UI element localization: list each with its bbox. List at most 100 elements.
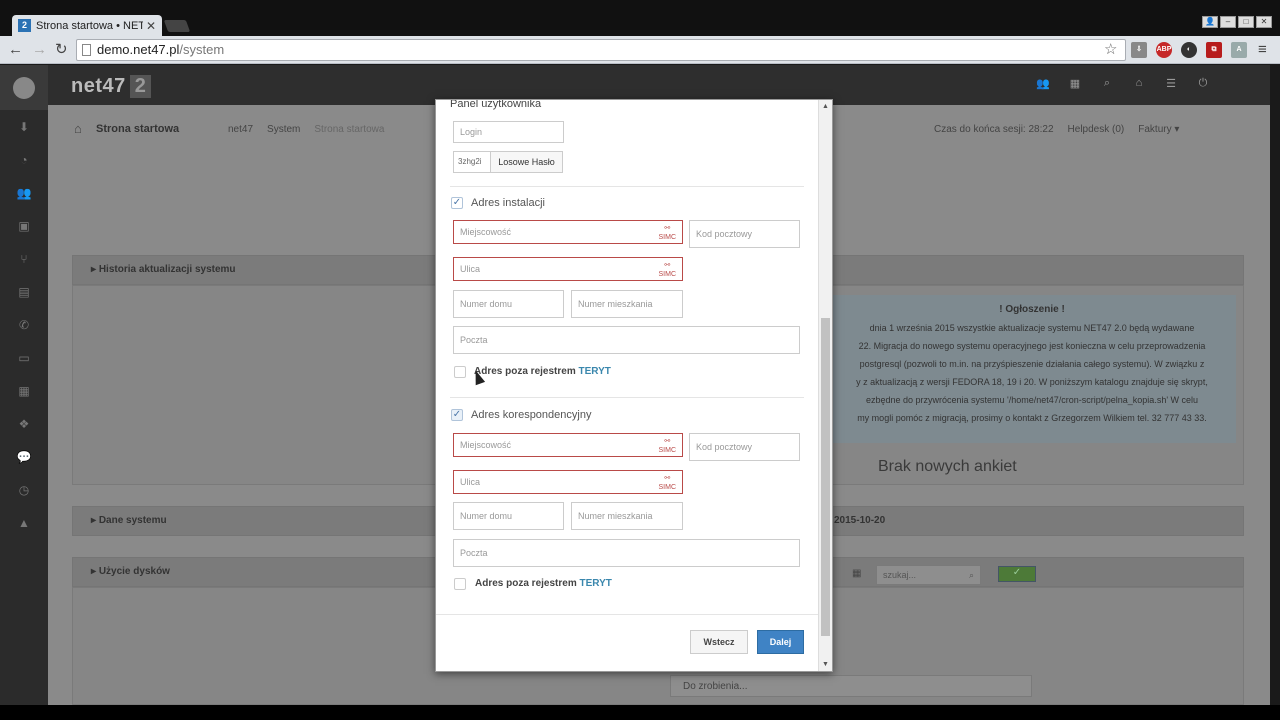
bank-icon[interactable]: ⌂ xyxy=(1130,77,1148,93)
avatar[interactable] xyxy=(0,65,48,110)
scroll-down-icon[interactable]: ▼ xyxy=(822,661,829,668)
monitor-icon[interactable]: ▭ xyxy=(0,341,48,374)
notice-title: ! Ogłoszenie ! xyxy=(999,304,1065,315)
users-icon[interactable]: 👥 xyxy=(1034,77,1052,93)
install-street-input[interactable]: Ulica ⚯ SIMC xyxy=(453,257,683,281)
install-address-label: Adres instalacji xyxy=(471,197,545,209)
minimize-icon[interactable]: – xyxy=(1220,16,1236,28)
fork-icon[interactable]: ⑂ xyxy=(0,242,48,275)
corr-address-checkbox[interactable]: ✓ xyxy=(451,409,463,421)
page-title: Strona startowa xyxy=(96,123,180,135)
back-button[interactable]: Wstecz xyxy=(690,630,748,654)
calendar-icon[interactable]: ▦ xyxy=(1066,77,1084,93)
book-icon[interactable]: ▤ xyxy=(0,275,48,308)
router-icon[interactable]: ▦ xyxy=(0,374,48,407)
extension-icon[interactable]: ◐ xyxy=(1181,42,1197,58)
invoices-dropdown[interactable]: Faktury ▾ xyxy=(1138,124,1179,135)
money-icon[interactable]: ▣ xyxy=(0,209,48,242)
tab-title: Strona startowa • NET47 2 xyxy=(36,19,143,32)
browser-tabbar: 2 Strona startowa • NET47 2 ✕ 👤 – □ ✕ xyxy=(0,0,1280,36)
new-tab-button[interactable] xyxy=(163,20,191,32)
notice-line: my mogli pomóc z migracją, prosimy o kon… xyxy=(857,413,1207,423)
corr-postal-input[interactable]: Kod pocztowy xyxy=(689,433,800,461)
todo-input[interactable]: Do zrobienia... xyxy=(670,675,1032,697)
close-tab-icon[interactable]: ✕ xyxy=(146,19,156,33)
corr-house-input[interactable]: Numer domu xyxy=(453,502,564,530)
window-controls: 👤 – □ ✕ xyxy=(1202,16,1272,28)
breadcrumb-item[interactable]: System xyxy=(267,124,300,135)
user-wizard-modal: Panel użytkownika Login 3zhg2i Losowe Ha… xyxy=(435,99,833,672)
users-icon[interactable]: 👥 xyxy=(0,176,48,209)
divider xyxy=(450,397,804,398)
translate-icon[interactable]: A xyxy=(1231,42,1247,58)
notice-line: ezbędne do przywrócenia systemu '/home/n… xyxy=(865,395,1199,405)
breadcrumb-item: Strona startowa xyxy=(314,124,385,135)
session-info: Czas do końca sesji: 28:22 Helpdesk (0) … xyxy=(934,124,1179,135)
install-city-input[interactable]: Miejscowość ⚯ SIMC xyxy=(453,220,683,244)
download-icon[interactable]: ⇩ xyxy=(1131,42,1147,58)
page-icon xyxy=(82,44,91,56)
browser-tab[interactable]: 2 Strona startowa • NET47 2 ✕ xyxy=(12,15,162,36)
app-sidebar: ⬇ ◔ 👥 ▣ ⑂ ▤ ✆ ▭ ▦ ❖ 💬 ◷ ▲ xyxy=(0,65,48,705)
install-postal-input[interactable]: Kod pocztowy xyxy=(689,220,800,248)
scroll-thumb[interactable] xyxy=(821,318,830,636)
corr-teryt-checkbox[interactable] xyxy=(454,578,466,590)
browser-toolbar: ← → ↻ demo.net47.pl/system ☆ ⇩ ABP ◐ ⧉ A… xyxy=(0,36,1280,64)
forward-arrow-icon[interactable]: → xyxy=(32,41,47,59)
scroll-up-icon[interactable]: ▲ xyxy=(822,103,829,110)
helpdesk-link[interactable]: Helpdesk (0) xyxy=(1068,124,1125,135)
link-icon: ⚯ SIMC xyxy=(658,225,677,241)
adblock-icon[interactable]: ABP xyxy=(1156,42,1172,58)
chart-icon[interactable]: ▲ xyxy=(0,506,48,539)
random-password-button[interactable]: Losowe Hasło xyxy=(491,151,563,173)
back-arrow-icon[interactable]: ← xyxy=(8,41,23,59)
corr-address-label: Adres korespondencyjny xyxy=(471,409,592,421)
corr-post-input[interactable]: Poczta xyxy=(453,539,800,567)
breadcrumb-item[interactable]: net47 xyxy=(228,124,253,135)
phone-icon[interactable]: ✆ xyxy=(0,308,48,341)
menu-icon[interactable]: ≡ xyxy=(1258,41,1267,59)
install-post-input[interactable]: Poczta xyxy=(453,326,800,354)
home-icon: ⌂ xyxy=(74,121,82,136)
search-input[interactable]: szukaj... ⌕ xyxy=(876,565,981,585)
link-icon: ⚯ SIMC xyxy=(658,262,677,278)
install-flat-input[interactable]: Numer mieszkania xyxy=(571,290,683,318)
list-icon[interactable]: ☰ xyxy=(1162,77,1180,93)
session-label: Czas do końca sesji: 28:22 xyxy=(934,124,1054,135)
maximize-icon[interactable]: □ xyxy=(1238,16,1254,28)
corr-flat-input[interactable]: Numer mieszkania xyxy=(571,502,683,530)
confirm-toggle[interactable]: ✓ xyxy=(998,566,1036,582)
power-icon[interactable]: ⏻ xyxy=(1194,77,1212,93)
install-address-checkbox[interactable]: ✓ xyxy=(451,197,463,209)
download-icon[interactable]: ⬇ xyxy=(0,110,48,143)
notice-line: 22. Migracja do nowego systemu operacyjn… xyxy=(858,341,1206,351)
notice-line: y z aktualizacją z wersji FEDORA 18, 19 … xyxy=(856,377,1208,387)
notice-line: postgresql (pozwoli to m.in. na przyśpie… xyxy=(859,359,1205,369)
divider xyxy=(436,614,820,615)
bookmark-star-icon[interactable]: ☆ xyxy=(1104,40,1117,58)
password-input[interactable]: 3zhg2i xyxy=(453,151,491,173)
link-icon: ⚯ SIMC xyxy=(658,438,677,454)
next-button[interactable]: Dalej xyxy=(757,630,804,654)
search-icon[interactable]: ⌕ xyxy=(1098,77,1116,93)
notice-line: dnia 1 września 2015 wszystkie aktualiza… xyxy=(869,323,1195,333)
pdf-icon[interactable]: ⧉ xyxy=(1206,42,1222,58)
clock-icon[interactable]: ◷ xyxy=(0,473,48,506)
install-teryt-checkbox[interactable] xyxy=(454,366,466,378)
chat-icon[interactable]: 💬 xyxy=(0,440,48,473)
corr-street-input[interactable]: Ulica ⚯ SIMC xyxy=(453,470,683,494)
address-bar[interactable]: demo.net47.pl/system xyxy=(76,39,1126,61)
close-window-icon[interactable]: ✕ xyxy=(1256,16,1272,28)
dashboard-icon[interactable]: ◔ xyxy=(0,143,48,176)
modal-scrollbar[interactable]: ▲ ▼ xyxy=(818,100,832,671)
install-house-input[interactable]: Numer domu xyxy=(453,290,564,318)
install-teryt-label: Adres poza rejestrem TERYT xyxy=(474,366,611,377)
reload-icon[interactable]: ↻ xyxy=(55,41,68,59)
cubes-icon[interactable]: ❖ xyxy=(0,407,48,440)
system-date: 2015-10-20 xyxy=(834,515,886,526)
calendar-icon[interactable]: ▦ xyxy=(852,568,861,579)
user-icon[interactable]: 👤 xyxy=(1202,16,1218,28)
corr-city-input[interactable]: Miejscowość ⚯ SIMC xyxy=(453,433,683,457)
breadcrumb: net47 System Strona startowa xyxy=(228,124,384,135)
login-input[interactable]: Login xyxy=(453,121,564,143)
